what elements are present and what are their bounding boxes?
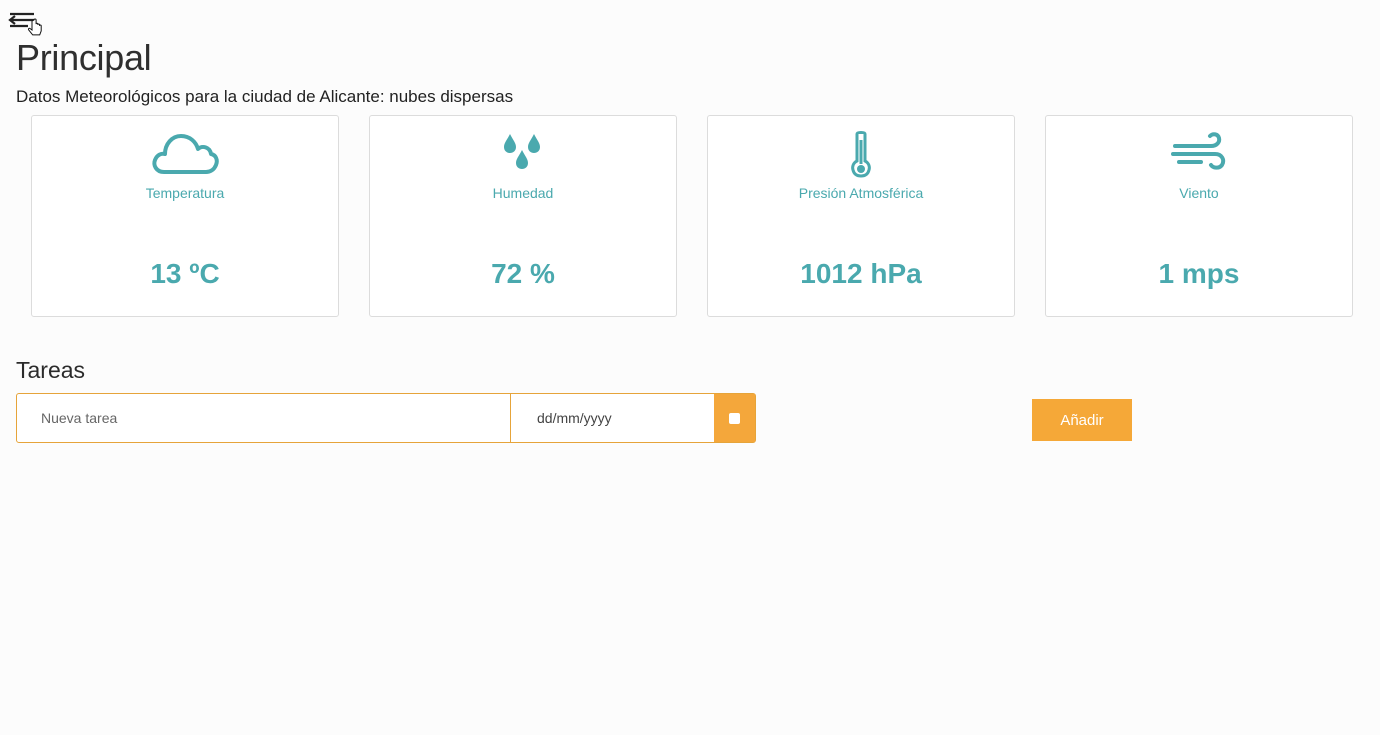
- sidebar-toggle-button[interactable]: [8, 8, 48, 38]
- weather-card-label: Presión Atmosférica: [798, 185, 924, 201]
- weather-card-wind: Viento 1 mps: [1045, 115, 1353, 317]
- weather-card-value: 72 %: [491, 258, 555, 289]
- weather-card-label: Temperatura: [145, 185, 225, 201]
- weather-card-value: 1012 hPa: [800, 258, 922, 289]
- cloud-icon: [152, 134, 219, 174]
- page-title: Principal: [16, 37, 152, 78]
- weather-card-pressure: Presión Atmosférica 1012 hPa: [707, 115, 1015, 317]
- task-checkbox-wrapper[interactable]: [714, 394, 755, 442]
- weather-card-label: Viento: [1179, 185, 1219, 201]
- task-form: [16, 393, 756, 443]
- hand-cursor-icon: [27, 18, 42, 36]
- weather-subtitle: Datos Meteorológicos para la ciudad de A…: [16, 87, 514, 106]
- thermometer-icon: [851, 131, 871, 178]
- task-checkbox[interactable]: [729, 412, 740, 424]
- water-drops-icon: [504, 134, 540, 169]
- weather-cards: Temperatura 13 ºC Humedad 72 % Presión A…: [31, 115, 1353, 317]
- weather-card-value: 13 ºC: [150, 258, 220, 289]
- add-task-button[interactable]: Añadir: [1032, 399, 1132, 441]
- wind-icon: [1171, 132, 1226, 170]
- weather-card-value: 1 mps: [1158, 258, 1240, 289]
- menu-toggle-icon: [8, 12, 42, 36]
- new-task-input[interactable]: [17, 394, 511, 442]
- weather-card-label: Humedad: [492, 185, 554, 201]
- task-date-input[interactable]: [511, 394, 714, 442]
- weather-card-temperature: Temperatura 13 ºC: [31, 115, 339, 317]
- weather-card-humidity: Humedad 72 %: [369, 115, 677, 317]
- tasks-title: Tareas: [16, 357, 86, 383]
